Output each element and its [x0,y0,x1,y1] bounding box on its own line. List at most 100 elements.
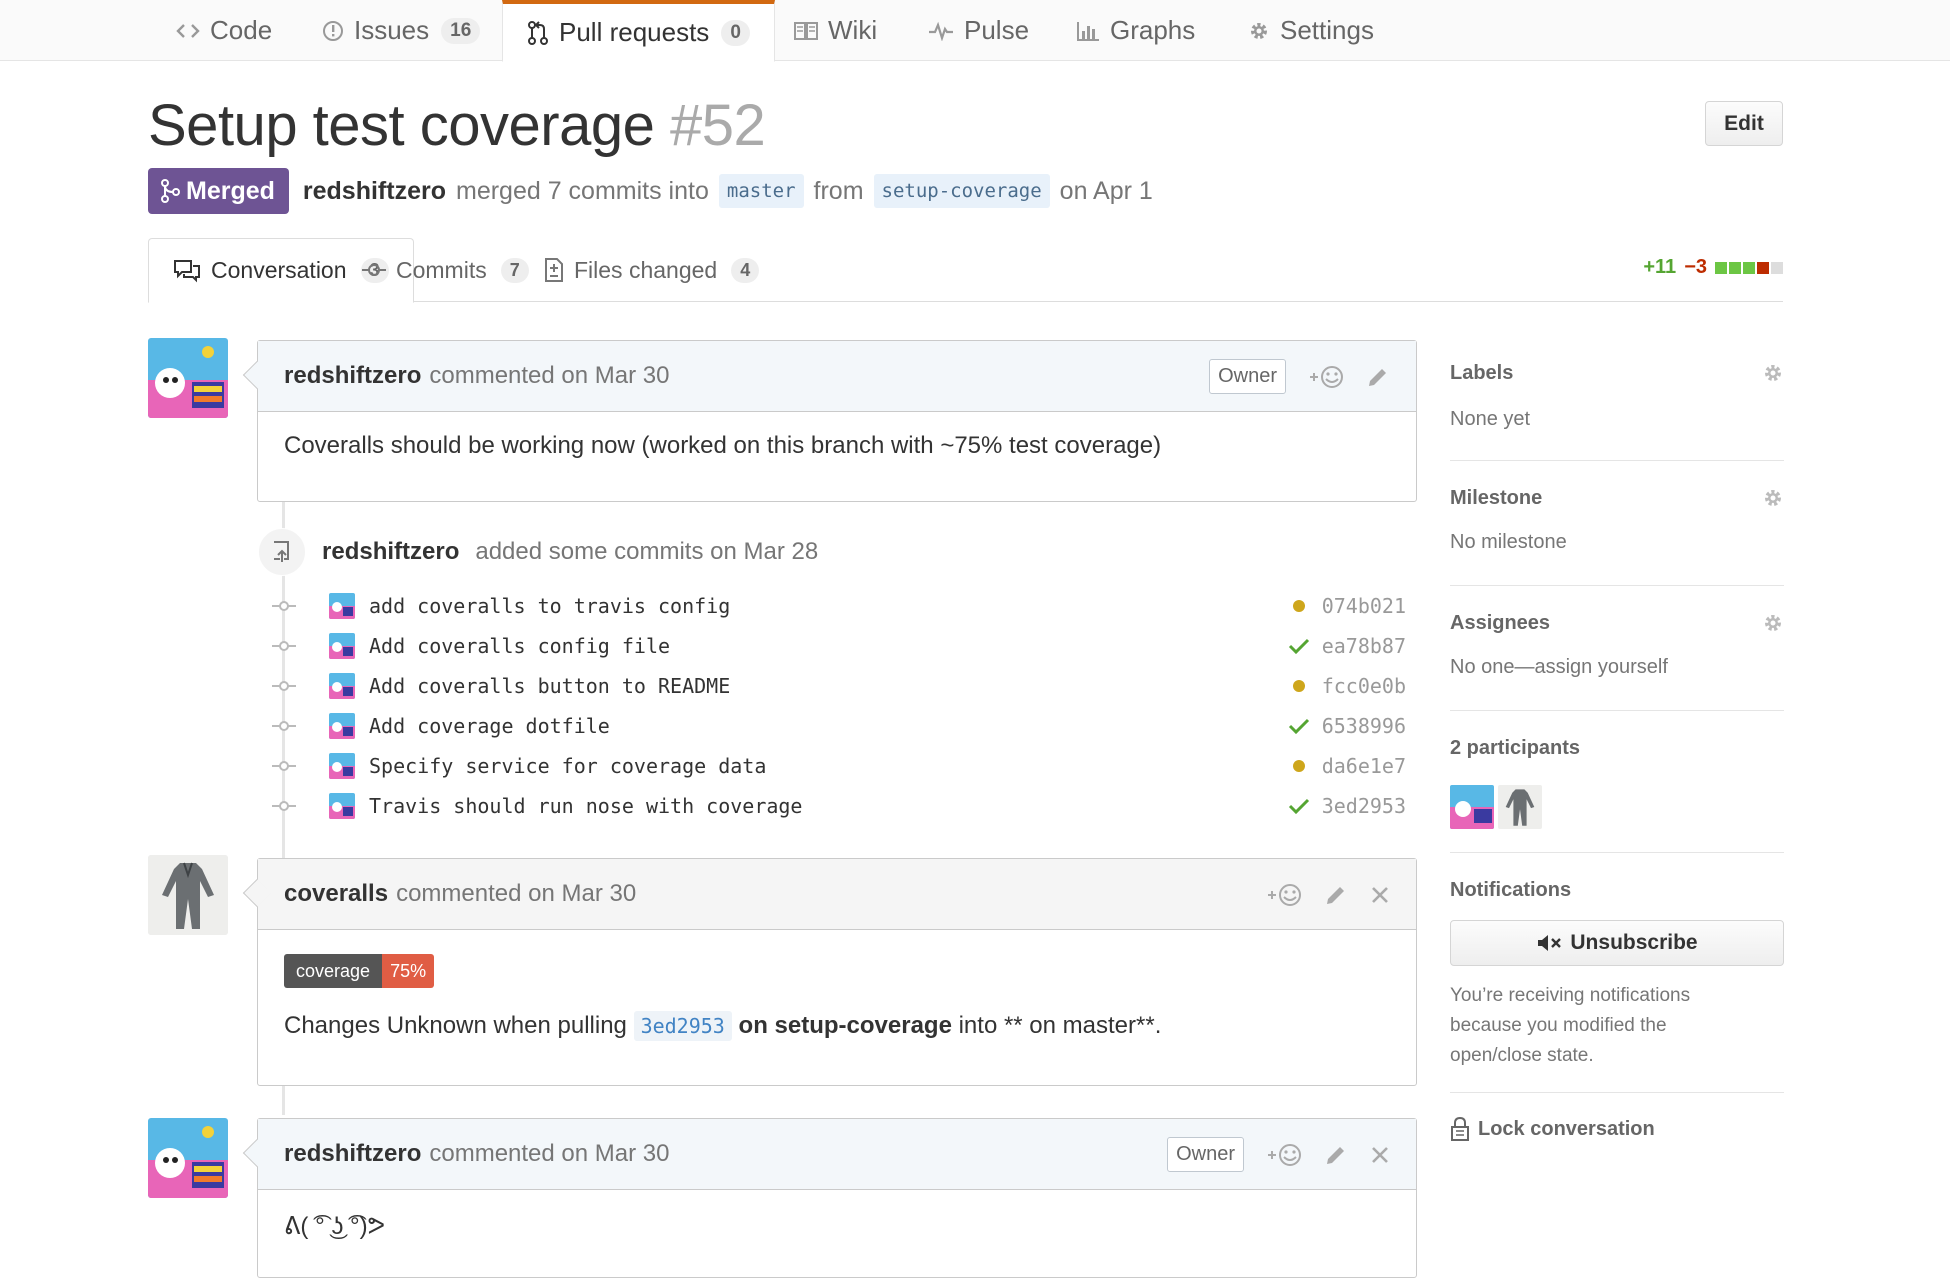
success-check-icon[interactable] [1284,797,1314,815]
participant-avatar[interactable] [1498,785,1542,829]
commit-message[interactable]: Add coveralls config file [369,634,1284,658]
sidebar-milestone: Milestone No milestone [1450,461,1784,586]
add-reaction-icon[interactable] [1266,881,1302,909]
pr-meta: Merged redshiftzero merged 7 commits int… [148,168,1153,214]
comment-author[interactable]: redshiftzero [284,362,421,390]
code-icon [176,21,200,41]
commit-message[interactable]: Add coverage dotfile [369,714,1284,738]
nav-settings[interactable]: Settings [1248,0,1374,61]
avatar-coveralls[interactable] [148,855,228,935]
diffstat[interactable]: +11 −3 [1643,256,1783,279]
comment-author[interactable]: coveralls [284,880,388,908]
comment-actions [1266,859,1390,930]
pending-status-icon[interactable] [1284,759,1314,773]
notifications-reason: You’re receiving notifications because y… [1450,985,1691,1066]
sidebar-notifications: Notifications Unsubscribe You’re receivi… [1450,853,1784,1093]
participant-avatar[interactable] [1450,785,1494,829]
unsubscribe-button[interactable]: Unsubscribe [1450,920,1784,966]
edit-pencil-icon[interactable] [1366,365,1390,389]
diffstat-block [1757,261,1769,274]
coverage-sha-link[interactable]: 3ed2953 [633,1011,732,1041]
commit-author-avatar[interactable] [329,713,355,739]
comment-actions: Owner [1167,1119,1390,1190]
add-reaction-icon[interactable] [1308,363,1344,391]
commit-author-avatar[interactable] [329,793,355,819]
success-check-icon[interactable] [1284,637,1314,655]
diffstat-block [1729,261,1741,274]
commit-row: Add coverage dotfile 6538996 [271,706,1406,746]
edit-pencil-icon[interactable] [1324,883,1348,907]
commit-sha[interactable]: 074b021 [1318,594,1406,618]
nav-wiki[interactable]: Wiki [794,0,877,61]
comment-discussion-icon [173,259,201,283]
lock-conversation[interactable]: Lock conversation [1450,1116,1655,1142]
pr-author[interactable]: redshiftzero [303,177,446,206]
nav-graphs[interactable]: Graphs [1076,0,1195,61]
tab-files-changed[interactable]: Files changed 4 [544,238,760,302]
comment-timestamp[interactable]: commented on Mar 30 [396,880,636,908]
pending-status-icon[interactable] [1284,679,1314,693]
pending-status-icon[interactable] [1284,599,1314,613]
coverage-message-prefix: Changes Unknown when pulling [284,1012,627,1039]
commit-message[interactable]: add coveralls to travis config [369,594,1284,618]
commit-author-avatar[interactable] [329,593,355,619]
tab-files-changed-count: 4 [731,257,760,283]
gear-icon[interactable] [1762,612,1784,634]
nav-issues[interactable]: Issues 16 [322,0,481,61]
assignees-value[interactable]: No one—assign yourself [1450,656,1668,679]
comment-timestamp[interactable]: commented on Mar 30 [429,362,669,390]
close-icon[interactable] [1370,1145,1390,1165]
add-reaction-icon[interactable] [1266,1141,1302,1169]
commit-message[interactable]: Add coveralls button to README [369,674,1284,698]
event-author[interactable]: redshiftzero [322,538,459,566]
commit-author-avatar[interactable] [329,673,355,699]
diffstat-block [1715,261,1727,274]
book-icon [794,21,818,41]
coverage-message-branch: on setup-coverage [738,1012,952,1039]
tab-commits[interactable]: Commits 7 [362,238,529,302]
commit-row: add coveralls to travis config 074b021 [271,586,1406,626]
edit-pencil-icon[interactable] [1324,1143,1348,1167]
merged-state-badge: Merged [148,168,289,214]
commit-message[interactable]: Travis should run nose with coverage [369,794,1284,818]
gear-icon[interactable] [1762,487,1784,509]
success-check-icon[interactable] [1284,717,1314,735]
tab-files-changed-label: Files changed [574,256,718,283]
coverage-badge-value: 75% [382,954,435,988]
commits-event-header: redshiftzero added some commits on Mar 2… [258,528,818,576]
commit-sha[interactable]: fcc0e0b [1318,674,1406,698]
comment-actions: Owner [1209,341,1390,412]
commit-author-avatar[interactable] [329,753,355,779]
commit-node-icon [271,759,297,773]
commit-author-avatar[interactable] [329,633,355,659]
nav-graphs-label: Graphs [1110,15,1196,45]
coverage-message: Changes Unknown when pulling 3ed2953 on … [284,988,1390,1041]
nav-code[interactable]: Code [176,0,272,61]
gear-icon [1248,20,1270,42]
commit-sha[interactable]: da6e1e7 [1318,754,1406,778]
comment-timestamp[interactable]: commented on Mar 30 [429,1140,669,1168]
nav-pull-requests[interactable]: Pull requests 0 [502,0,775,62]
edit-button[interactable]: Edit [1705,101,1783,146]
commit-sha[interactable]: 6538996 [1318,714,1406,738]
issues-count: 16 [441,17,481,44]
gear-icon[interactable] [1762,362,1784,384]
commit-message[interactable]: Specify service for coverage data [369,754,1284,778]
lock-icon [1450,1116,1470,1142]
pull-request-icon [527,20,549,46]
coverage-badge[interactable]: coverage 75% [284,954,435,988]
avatar-redshiftzero[interactable] [148,1118,228,1198]
commit-node-icon [271,719,297,733]
mute-icon [1536,933,1562,953]
pull-requests-count: 0 [721,19,750,46]
issue-icon [322,20,344,42]
nav-pulse[interactable]: Pulse [928,0,1029,61]
commit-sha[interactable]: 3ed2953 [1318,794,1406,818]
comment-body: Coveralls should be working now (worked … [284,432,1162,459]
comment-author[interactable]: redshiftzero [284,1140,421,1168]
comment-body: ᕕ( ͡° ͜ʖ ͡°)ᕗ [284,1213,386,1240]
close-icon[interactable] [1370,885,1390,905]
avatar-redshiftzero[interactable] [148,338,228,418]
labels-value: None yet [1450,408,1531,430]
commit-sha[interactable]: ea78b87 [1318,634,1406,658]
